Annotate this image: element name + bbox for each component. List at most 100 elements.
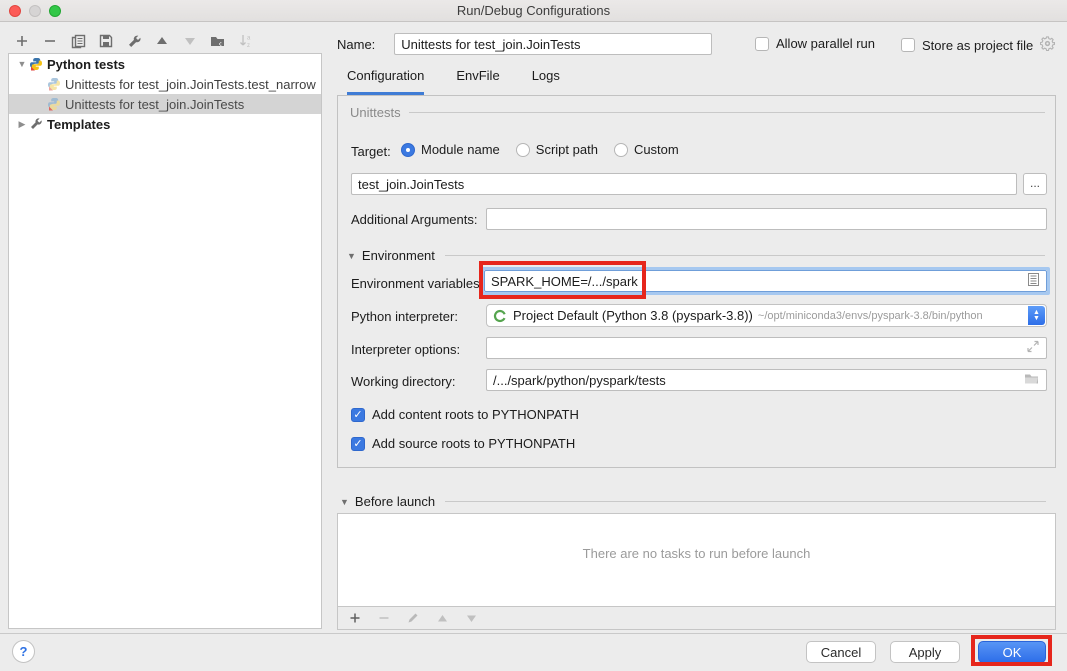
tree-item-test-narrow[interactable]: Unittests for test_join.JoinTests.test_n… <box>9 74 321 94</box>
configurations-tree: ▼ Python tests Unittests for test_join.J… <box>8 53 322 629</box>
python-tests-icon <box>29 57 43 71</box>
move-down-icon[interactable] <box>182 33 198 49</box>
tree-item-templates[interactable]: ▶ Templates <box>9 114 321 134</box>
divider <box>0 633 1067 634</box>
before-launch-toolbar <box>338 606 1055 629</box>
tab-envfile[interactable]: EnvFile <box>456 68 499 95</box>
templates-wrench-icon <box>29 117 43 131</box>
no-tasks-message: There are no tasks to run before launch <box>338 546 1055 561</box>
edit-templates-wrench-icon[interactable] <box>126 33 142 49</box>
expand-field-icon[interactable] <box>1027 341 1039 356</box>
window-controls <box>9 5 61 17</box>
add-source-roots-checkbox[interactable]: ✓ <box>351 437 365 451</box>
target-option-module-name[interactable]: Module name <box>401 142 500 157</box>
unittests-group-label: Unittests <box>338 105 409 120</box>
configuration-tabs: Configuration EnvFile Logs <box>347 68 560 95</box>
name-row: Name: <box>337 33 712 55</box>
tree-item-label: Unittests for test_join.JoinTests.test_n… <box>65 77 316 92</box>
allow-parallel-run-checkbox[interactable] <box>755 37 769 51</box>
store-as-project-file-option[interactable]: Store as project file <box>901 36 1055 54</box>
python-interpreter-value: Project Default (Python 3.8 (pyspark-3.8… <box>513 308 753 323</box>
tree-item-jointests-selected[interactable]: Unittests for test_join.JoinTests <box>9 94 321 114</box>
module-name-radio[interactable] <box>401 143 415 157</box>
tab-configuration[interactable]: Configuration <box>347 68 424 95</box>
zoom-window-button[interactable] <box>49 5 61 17</box>
help-button[interactable]: ? <box>12 640 35 663</box>
tree-item-label: Python tests <box>47 57 125 72</box>
run-debug-configurations-dialog: { "window": { "title": "Run/Debug Config… <box>0 0 1067 671</box>
store-as-project-file-checkbox[interactable] <box>901 38 915 52</box>
browse-target-button[interactable]: ... <box>1023 173 1047 195</box>
environment-section-header[interactable]: ▼ Environment <box>347 248 1055 263</box>
environment-variables-label: Environment variables: <box>351 276 483 291</box>
chevron-down-icon[interactable]: ▼ <box>347 251 356 261</box>
tab-logs[interactable]: Logs <box>532 68 560 95</box>
python-test-icon <box>47 97 61 111</box>
tree-item-label: Unittests for test_join.JoinTests <box>65 97 244 112</box>
browse-folder-icon[interactable] <box>1024 373 1039 388</box>
svg-text:a: a <box>247 36 251 42</box>
target-radio-group: Module name Script path Custom <box>401 142 695 157</box>
remove-task-icon[interactable] <box>376 610 392 626</box>
add-content-roots-checkbox[interactable]: ✓ <box>351 408 365 422</box>
environment-variables-input[interactable] <box>484 270 1047 292</box>
chevron-right-icon[interactable]: ▶ <box>15 119 29 130</box>
move-task-up-icon[interactable] <box>434 610 450 626</box>
edit-task-pencil-icon[interactable] <box>405 610 421 626</box>
allow-parallel-run-option[interactable]: Allow parallel run <box>755 36 875 51</box>
add-content-roots-option[interactable]: ✓ Add content roots to PYTHONPATH <box>351 407 579 422</box>
script-path-label: Script path <box>536 142 598 157</box>
add-configuration-icon[interactable] <box>14 33 30 49</box>
ok-button[interactable]: OK <box>978 641 1046 663</box>
working-directory-label: Working directory: <box>351 374 456 389</box>
divider <box>445 255 1045 256</box>
tree-item-python-tests[interactable]: ▼ Python tests <box>9 54 321 74</box>
minimize-window-button[interactable] <box>29 5 41 17</box>
combo-stepper-icon[interactable]: ▲▼ <box>1028 306 1045 325</box>
new-folder-icon[interactable] <box>210 33 226 49</box>
store-as-project-file-label: Store as project file <box>922 38 1033 53</box>
store-settings-gear-icon[interactable] <box>1040 36 1055 54</box>
copy-configuration-icon[interactable] <box>70 33 86 49</box>
add-source-roots-option[interactable]: ✓ Add source roots to PYTHONPATH <box>351 436 575 451</box>
script-path-radio[interactable] <box>516 143 530 157</box>
target-option-script-path[interactable]: Script path <box>516 142 598 157</box>
move-task-down-icon[interactable] <box>463 610 479 626</box>
target-input[interactable] <box>351 173 1017 195</box>
name-label: Name: <box>337 37 375 52</box>
chevron-down-icon[interactable]: ▼ <box>15 59 29 69</box>
before-launch-section-header[interactable]: ▼ Before launch <box>340 494 1056 509</box>
allow-parallel-run-label: Allow parallel run <box>776 36 875 51</box>
before-launch-tasks-panel: There are no tasks to run before launch <box>337 513 1056 630</box>
divider <box>445 501 1046 502</box>
interpreter-options-input[interactable] <box>486 337 1047 359</box>
move-up-icon[interactable] <box>154 33 170 49</box>
add-content-roots-label: Add content roots to PYTHONPATH <box>372 407 579 422</box>
edit-environment-variables-icon[interactable] <box>1028 273 1039 289</box>
title-bar: Run/Debug Configurations <box>0 0 1067 22</box>
additional-arguments-input[interactable] <box>486 208 1047 230</box>
working-directory-input[interactable] <box>486 369 1047 391</box>
chevron-down-icon[interactable]: ▼ <box>340 497 349 507</box>
custom-label: Custom <box>634 142 679 157</box>
sort-configurations-icon[interactable]: a z <box>238 33 254 49</box>
add-source-roots-label: Add source roots to PYTHONPATH <box>372 436 575 451</box>
close-window-button[interactable] <box>9 5 21 17</box>
save-configuration-icon[interactable] <box>98 33 114 49</box>
additional-arguments-label: Additional Arguments: <box>351 212 477 227</box>
name-input[interactable] <box>394 33 712 55</box>
tree-item-label: Templates <box>47 117 110 132</box>
environment-section-label: Environment <box>362 248 435 263</box>
custom-radio[interactable] <box>614 143 628 157</box>
cancel-button[interactable]: Cancel <box>806 641 876 663</box>
python-interpreter-label: Python interpreter: <box>351 309 458 324</box>
conda-environment-icon <box>493 309 507 323</box>
apply-button[interactable]: Apply <box>890 641 960 663</box>
divider <box>409 112 1045 113</box>
target-option-custom[interactable]: Custom <box>614 142 679 157</box>
python-test-icon <box>47 77 61 91</box>
remove-configuration-icon[interactable] <box>42 33 58 49</box>
add-task-icon[interactable] <box>347 610 363 626</box>
python-interpreter-select[interactable]: Project Default (Python 3.8 (pyspark-3.8… <box>486 304 1047 327</box>
configuration-panel: Unittests Target: Module name Script pat… <box>337 95 1056 468</box>
